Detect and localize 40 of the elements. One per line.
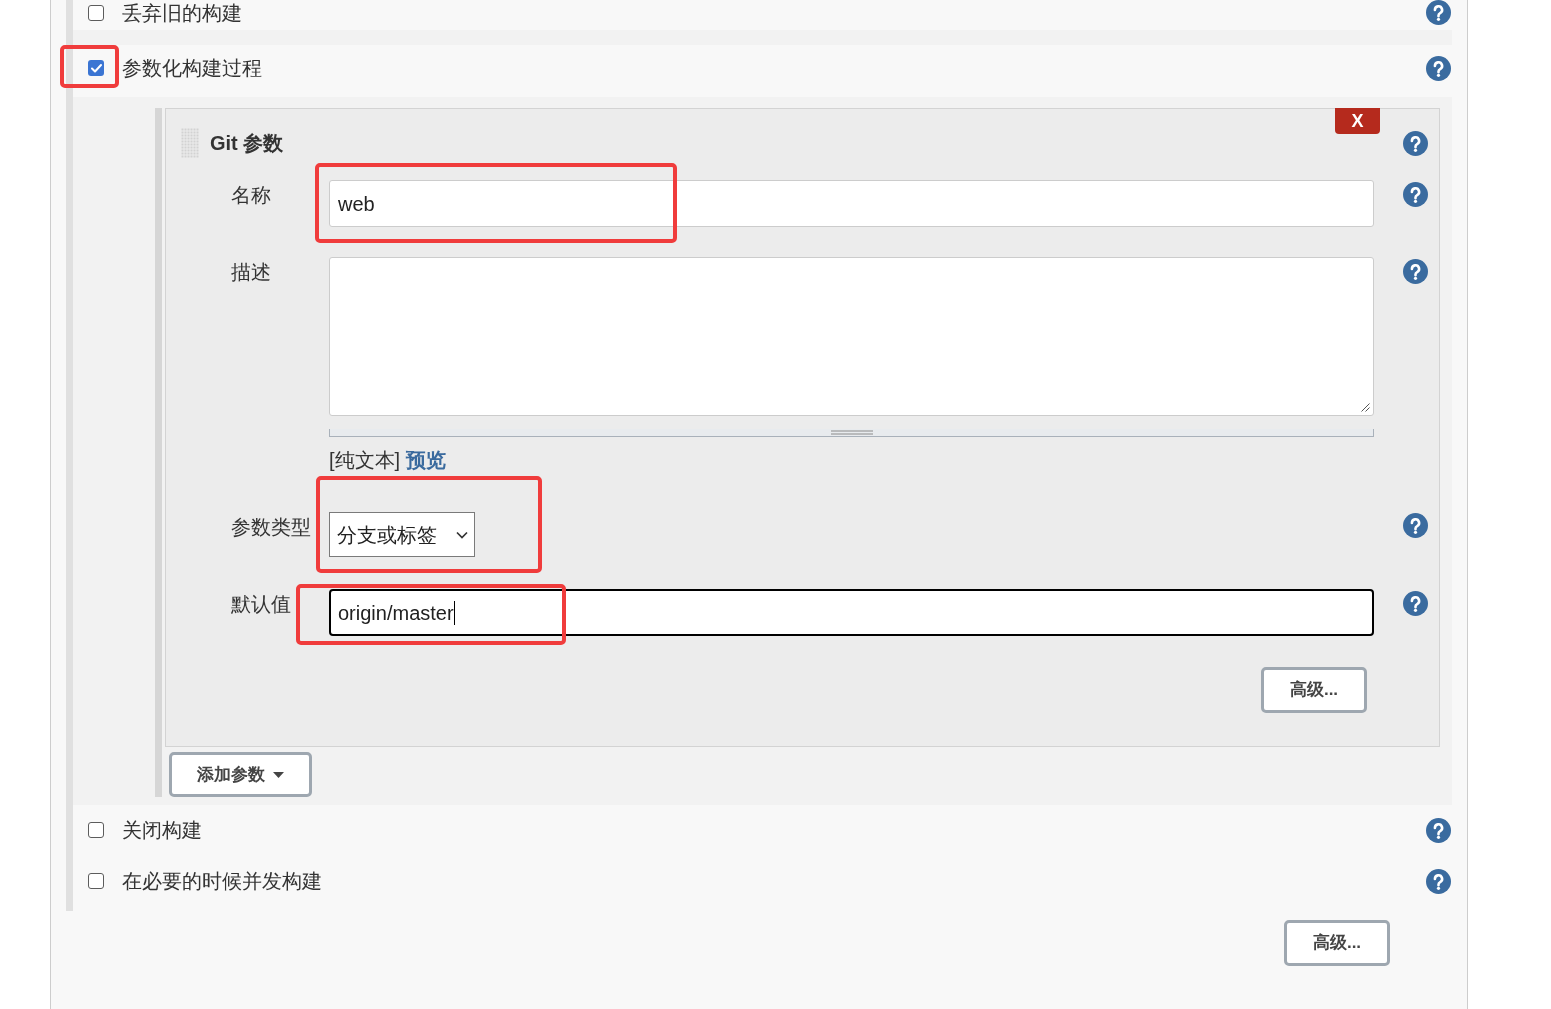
parameter-title: Git 参数 <box>210 131 284 156</box>
help-icon[interactable] <box>1426 55 1451 81</box>
help-icon[interactable] <box>1426 868 1451 894</box>
option-label: 丢弃旧的构建 <box>122 0 242 25</box>
advanced-button[interactable]: 高级... <box>1261 667 1367 713</box>
help-icon[interactable] <box>1426 817 1451 843</box>
field-label: 默认值 <box>231 592 292 617</box>
checkmark-icon <box>90 63 102 73</box>
advanced-button[interactable]: 高级... <box>1284 920 1390 966</box>
input-field[interactable]: origin/master <box>329 589 1374 636</box>
chevron-down-icon <box>456 530 468 539</box>
drag-handle-icon[interactable] <box>181 128 199 158</box>
option-label: 在必要的时候并发构建 <box>122 869 322 893</box>
checkbox[interactable] <box>88 822 104 838</box>
help-icon[interactable] <box>1403 182 1428 207</box>
caret-down-icon <box>273 771 284 778</box>
resize-handle[interactable] <box>329 429 1374 437</box>
grip-icon <box>830 430 873 435</box>
input-field[interactable]: web <box>329 180 1374 227</box>
add-parameter-button[interactable]: 添加参数 <box>169 752 312 797</box>
checkbox[interactable] <box>88 60 104 76</box>
option-label: 参数化构建过程 <box>122 56 262 80</box>
help-icon[interactable] <box>1403 130 1428 156</box>
resize-grip-icon[interactable] <box>1360 402 1371 413</box>
field-label: 描述 <box>231 260 272 285</box>
preview-link[interactable]: 预览 <box>406 449 447 471</box>
textarea-field[interactable] <box>329 257 1374 416</box>
field-label: 名称 <box>231 183 272 208</box>
help-icon[interactable] <box>1403 259 1428 284</box>
select-field[interactable]: 分支或标签 <box>329 512 475 557</box>
checkbox[interactable] <box>88 873 104 889</box>
help-icon[interactable] <box>1403 591 1428 616</box>
remove-button[interactable]: X <box>1335 108 1380 134</box>
help-icon[interactable] <box>1426 0 1451 25</box>
field-label: 参数类型 <box>231 515 312 540</box>
checkbox[interactable] <box>88 4 104 21</box>
option-label: 关闭构建 <box>122 818 202 842</box>
help-icon[interactable] <box>1403 513 1428 538</box>
markup-mode-label: [纯文本] <box>329 449 401 471</box>
text-cursor-icon <box>453 600 455 625</box>
